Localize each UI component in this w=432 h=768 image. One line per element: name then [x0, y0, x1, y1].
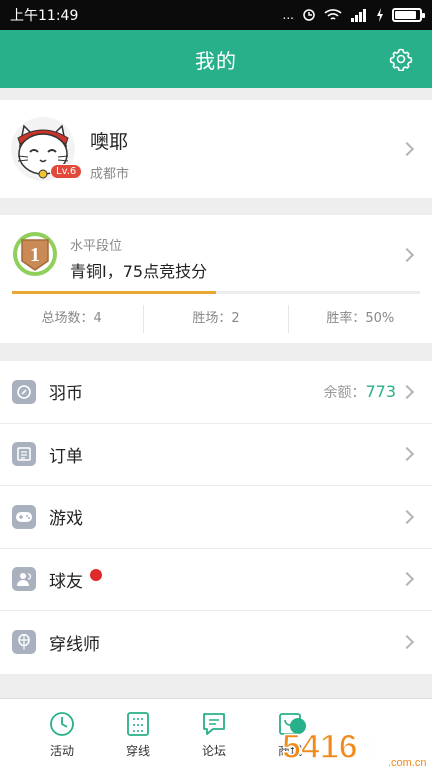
- stats-row: 总场数：4 胜场：2 胜率：50%: [0, 305, 432, 333]
- tab-label: 活动: [49, 744, 74, 758]
- profile-name: 噢耶: [90, 131, 129, 153]
- coin-balance-value: 773: [365, 381, 396, 401]
- profile-city: 成都市: [90, 167, 130, 182]
- status-icons: ...: [282, 8, 425, 22]
- tab-label: 穿线: [125, 744, 150, 758]
- rank-progress-bar: [12, 291, 420, 294]
- battery-fill: [395, 11, 417, 19]
- rank-badge-number: 1: [30, 244, 40, 266]
- rank-row[interactable]: 1 水平段位 青铜I，75点竞技分: [0, 215, 432, 295]
- clock-icon: [50, 712, 74, 736]
- battery-icon: [392, 8, 425, 22]
- tab-label: 论坛: [201, 744, 226, 758]
- status-time: 上午11:49: [10, 8, 79, 24]
- chevron-right-icon: [399, 635, 415, 650]
- status-dots: ...: [282, 8, 294, 22]
- tab-stringing[interactable]: 穿线: [100, 699, 176, 768]
- rank-progress-fill: [12, 291, 216, 294]
- chat-icon: [203, 713, 225, 735]
- profile-card[interactable]: Lv.6 噢耶 成都市: [0, 100, 432, 198]
- gamepad-icon: [12, 504, 36, 529]
- chevron-right-icon: [399, 572, 415, 587]
- status-bar: 上午11:49 ...: [0, 0, 432, 30]
- menu-item-label: 羽币: [49, 384, 83, 405]
- gear-icon: [389, 48, 413, 71]
- rank-value: 青铜I，75点竞技分: [70, 262, 208, 281]
- menu-item-label: 穿线师: [49, 634, 100, 655]
- menu-item-label: 球友: [49, 571, 83, 592]
- menu-item-orders[interactable]: 订单: [0, 424, 432, 486]
- rank-label: 水平段位: [70, 239, 123, 254]
- chevron-right-icon: [399, 447, 415, 462]
- stat-win-rate: 胜率：50%: [287, 305, 432, 333]
- watermark-logo: 5416手游网 .com.cn: [278, 708, 432, 768]
- sync-icon: [303, 9, 315, 21]
- rank-badge-icon: 1: [12, 231, 58, 277]
- charging-icon: [377, 8, 383, 22]
- stat-wins: 胜场：2: [143, 305, 287, 333]
- coin-icon: [12, 379, 36, 404]
- racket-icon: [12, 630, 36, 655]
- stringing-icon: [127, 712, 149, 736]
- menu-item-stringer[interactable]: 穿线师: [0, 611, 432, 674]
- order-icon: [12, 442, 36, 467]
- tab-forum[interactable]: 论坛: [176, 699, 252, 768]
- level-badge: Lv.6: [50, 164, 83, 179]
- menu-item-label: 订单: [49, 446, 83, 467]
- coin-balance: 余额：773: [323, 382, 396, 402]
- menu-item-friends[interactable]: 球友: [0, 549, 432, 611]
- stat-total-games: 总场数：4: [41, 311, 102, 326]
- page-title: 我的: [195, 48, 237, 73]
- app-header: 我的: [0, 30, 432, 88]
- chevron-right-icon: [399, 509, 415, 524]
- notification-dot: [90, 568, 102, 581]
- rank-card: 1 水平段位 青铜I，75点竞技分 总场数：4 胜场：2 胜率：50%: [0, 215, 432, 343]
- settings-button[interactable]: [388, 46, 414, 72]
- wifi-icon: [324, 9, 342, 20]
- coin-balance-label: 余额：: [323, 384, 366, 401]
- chevron-right-icon: [399, 247, 415, 263]
- menu-list: 羽币 余额：773 订单 游戏 球友 穿线师: [0, 361, 432, 674]
- menu-item-coins[interactable]: 羽币 余额：773: [0, 361, 432, 424]
- chevron-right-icon: [399, 384, 415, 399]
- menu-item-games[interactable]: 游戏: [0, 486, 432, 549]
- friends-icon: [12, 567, 36, 592]
- watermark-sub: .com.cn: [388, 757, 427, 768]
- signal-icon: [351, 9, 366, 22]
- menu-item-label: 游戏: [49, 509, 83, 530]
- chevron-right-icon: [399, 141, 415, 157]
- tab-activities[interactable]: 活动: [24, 699, 100, 768]
